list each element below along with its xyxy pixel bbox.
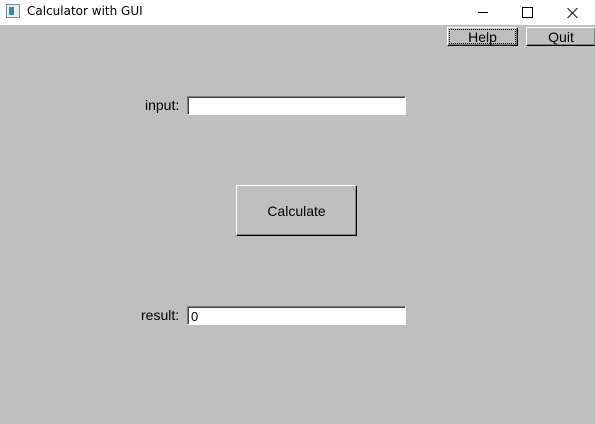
maximize-button[interactable] <box>505 0 550 25</box>
minimize-button[interactable] <box>460 0 505 25</box>
minimize-icon <box>477 12 488 13</box>
title-bar: Calculator with GUI <box>0 0 595 25</box>
input-label: input: <box>145 97 180 113</box>
quit-button[interactable]: Quit <box>526 27 595 46</box>
close-button[interactable] <box>550 0 595 25</box>
window-title: Calculator with GUI <box>27 4 143 18</box>
result-label: result: <box>141 307 180 323</box>
calculate-button[interactable]: Calculate <box>236 185 357 236</box>
calculate-button-label: Calculate <box>267 202 326 219</box>
maximize-icon <box>522 7 533 18</box>
app-window-icon <box>6 4 20 18</box>
help-button[interactable]: Help <box>447 27 518 46</box>
input-field[interactable] <box>187 96 406 115</box>
close-icon <box>567 7 579 19</box>
quit-button-label: Quit <box>548 28 574 45</box>
result-field[interactable] <box>187 306 406 325</box>
help-button-label: Help <box>449 29 516 45</box>
